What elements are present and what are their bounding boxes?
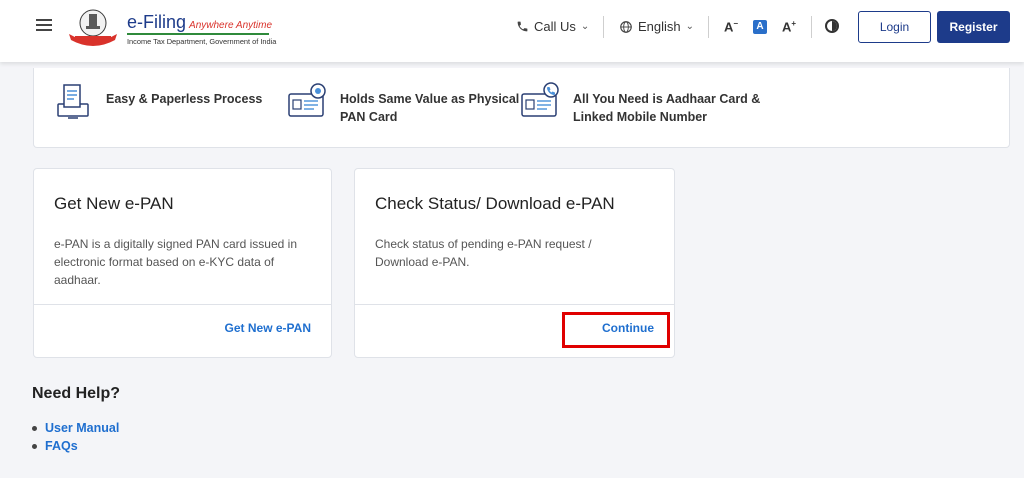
national-emblem-icon [69, 9, 117, 46]
efiling-logo[interactable]: e-Filing Anywhere Anytime Income Tax Depa… [67, 8, 276, 48]
header-divider [603, 16, 604, 38]
call-us-dropdown[interactable]: Call Us ⌄ [516, 19, 589, 34]
chevron-down-icon: ⌄ [685, 21, 695, 32]
card-description: Check status of pending e-PAN request / … [375, 237, 592, 269]
menu-icon[interactable] [34, 16, 54, 32]
card-divider [355, 304, 674, 305]
feature-item: All You Need is Aadhaar Card & Linked Mo… [521, 82, 773, 126]
font-increase-button[interactable]: A+ [782, 19, 796, 34]
logo-tagline: Anywhere Anytime [189, 20, 273, 31]
feature-item: Easy & Paperless Process [54, 82, 296, 120]
user-manual-link[interactable]: User Manual [32, 419, 119, 437]
help-links: User Manual FAQs [32, 419, 119, 455]
globe-icon [620, 20, 632, 33]
features-strip: Easy & Paperless Process Holds Same Valu… [33, 68, 1010, 148]
language-dropdown[interactable]: English ⌄ [619, 19, 694, 34]
phone-icon [517, 21, 528, 32]
card-description: e-PAN is a digitally signed PAN card iss… [54, 237, 297, 287]
logo-subtitle: Income Tax Department, Government of Ind… [127, 37, 277, 46]
card-divider [34, 304, 331, 305]
logo-title: e-Filing Anywhere Anytime [127, 12, 273, 32]
get-new-epan-card: Get New e-PAN e-PAN is a digitally signe… [33, 168, 332, 358]
feature-item: Holds Same Value as Physical PAN Card [288, 82, 530, 126]
pan-card-icon [288, 83, 326, 117]
login-button[interactable]: Login [858, 11, 931, 43]
feature-text: Easy & Paperless Process [106, 92, 263, 106]
check-status-epan-card: Check Status/ Download e-PAN Check statu… [354, 168, 675, 358]
get-new-epan-link[interactable]: Get New e-PAN [225, 321, 311, 335]
font-normal-button[interactable]: A [753, 20, 767, 34]
header-divider [811, 16, 812, 38]
contrast-toggle-icon[interactable] [825, 19, 839, 33]
language-label: English [638, 19, 681, 34]
aadhaar-phone-icon [521, 82, 559, 117]
card-title: Check Status/ Download e-PAN [375, 194, 615, 213]
document-monitor-icon [57, 84, 89, 119]
header-divider [708, 16, 709, 38]
feature-text: Holds Same Value as Physical PAN Card [340, 92, 520, 124]
card-title: Get New e-PAN [54, 194, 174, 213]
continue-link[interactable]: Continue [602, 321, 654, 335]
need-help-heading: Need Help? [32, 385, 121, 402]
register-button[interactable]: Register [937, 11, 1010, 43]
call-us-label: Call Us [534, 19, 576, 34]
top-header: e-Filing Anywhere Anytime Income Tax Depa… [0, 0, 1024, 62]
feature-text: All You Need is Aadhaar Card & Linked Mo… [573, 92, 761, 124]
chevron-down-icon: ⌄ [580, 21, 590, 32]
logo-underline [127, 33, 269, 35]
faqs-link[interactable]: FAQs [32, 437, 119, 455]
font-decrease-button[interactable]: A− [724, 19, 738, 34]
